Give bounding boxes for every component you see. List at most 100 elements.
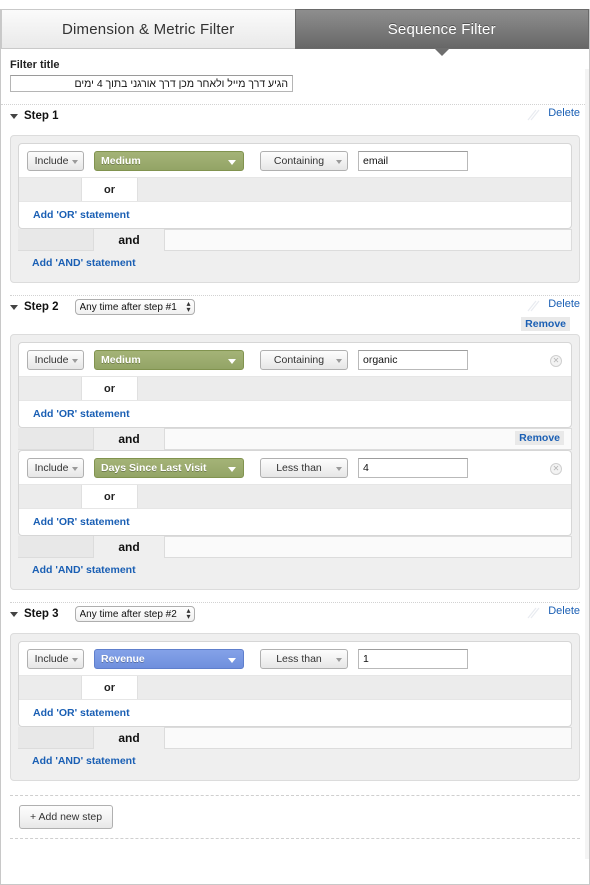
clear-condition-icon[interactable]: ✕ [550, 354, 562, 367]
and-label: and [118, 233, 140, 247]
or-group: Include Revenue Less than or [18, 641, 572, 727]
step-header: Step 1 Delete [10, 105, 580, 127]
and-spacer-right [164, 428, 572, 450]
or-spacer-right [137, 485, 571, 508]
chevron-down-icon [228, 358, 236, 364]
or-group: Include Medium Containing or [18, 143, 572, 229]
or-separator-row: or [19, 484, 571, 508]
vertical-scrollbar[interactable] [585, 69, 589, 859]
filter-title-input[interactable] [10, 75, 293, 92]
or-label: or [104, 490, 115, 503]
condition-value-input[interactable] [358, 150, 468, 171]
add-or-statement-link[interactable]: Add 'OR' statement [19, 699, 571, 726]
tab-sequence-filter[interactable]: Sequence Filter [294, 9, 589, 56]
step-delete-link[interactable]: Delete [548, 605, 580, 617]
step-title: Step 3 [24, 608, 59, 620]
operator-label: Less than [276, 652, 322, 665]
and-spacer-left [18, 536, 94, 558]
or-spacer-right [137, 377, 571, 400]
dimension-select[interactable]: Days Since Last Visit [94, 457, 244, 478]
drag-handle-icon[interactable] [526, 299, 542, 313]
collapse-triangle-icon[interactable] [10, 114, 18, 119]
chevron-down-icon [72, 657, 78, 662]
chevron-down-icon [228, 657, 236, 663]
dimension-label: Revenue [101, 652, 145, 665]
chevron-down-icon [336, 466, 342, 471]
chevron-down-icon [228, 159, 236, 165]
condition-value-input[interactable] [358, 349, 468, 370]
drag-handle-icon[interactable] [526, 108, 542, 122]
step-timing-select[interactable]: Any time after step #1 [74, 299, 195, 315]
or-spacer-right [137, 178, 571, 201]
clear-condition-icon[interactable]: ✕ [550, 462, 562, 475]
operator-select[interactable]: Containing [260, 150, 348, 171]
and-label: and [118, 432, 140, 446]
include-exclude-button[interactable]: Include [27, 457, 84, 478]
step-1: Step 1 Delete Include Medium Containing … [1, 105, 589, 283]
step-header: Step 2 Any time after step #1 ▴ ▾ Delete [10, 296, 580, 318]
or-spacer-right [137, 676, 571, 699]
collapse-triangle-icon[interactable] [10, 612, 18, 617]
chevron-down-icon [336, 657, 342, 662]
add-or-statement-link[interactable]: Add 'OR' statement [19, 508, 571, 535]
remove-group-link[interactable]: Remove [515, 431, 564, 445]
or-spacer-left [19, 178, 82, 201]
dimension-select[interactable]: Medium [94, 150, 244, 171]
active-tab-pointer-icon [433, 48, 450, 56]
dimension-select[interactable]: Revenue [94, 648, 244, 669]
step-title: Step 1 [24, 110, 59, 122]
step-delete-link[interactable]: Delete [548, 298, 580, 310]
tab-dimension-metric-filter[interactable]: Dimension & Metric Filter [1, 9, 295, 49]
add-new-step-button[interactable]: + Add new step [19, 805, 114, 829]
and-separator-row: and [18, 229, 572, 251]
step-body: Include Medium Containing ✕ [10, 334, 580, 590]
operator-select[interactable]: Less than [260, 648, 348, 669]
or-group: Include Days Since Last Visit Less than … [18, 450, 572, 536]
step-2: Step 2 Any time after step #1 ▴ ▾ Delete … [1, 296, 589, 590]
remove-group-link[interactable]: Remove [521, 317, 570, 331]
include-label: Include [34, 154, 69, 167]
add-or-statement-link[interactable]: Add 'OR' statement [19, 400, 571, 427]
step-title: Step 2 [24, 301, 59, 313]
add-and-statement-link[interactable]: Add 'AND' statement [18, 749, 572, 773]
and-spacer-right [164, 536, 572, 558]
and-spacer-left [18, 727, 94, 749]
operator-select[interactable]: Containing [260, 349, 348, 370]
step-header: Step 3 Any time after step #2 ▴ ▾ Delete [10, 603, 580, 625]
operator-select[interactable]: Less than [260, 457, 348, 478]
or-group: Include Medium Containing ✕ [18, 342, 572, 428]
drag-handle-icon[interactable] [526, 606, 542, 620]
add-and-statement-link[interactable]: Add 'AND' statement [18, 558, 572, 582]
add-or-statement-link[interactable]: Add 'OR' statement [19, 201, 571, 228]
and-separator-row: and Remove [18, 428, 572, 450]
or-spacer-left [19, 676, 82, 699]
chevron-down-icon [72, 466, 78, 471]
include-exclude-button[interactable]: Include [27, 349, 84, 370]
step-timing-select[interactable]: Any time after step #2 [74, 606, 195, 622]
condition-value-input[interactable] [358, 457, 468, 478]
or-separator-row: or [19, 675, 571, 699]
condition-row: Include Days Since Last Visit Less than … [19, 451, 571, 484]
and-spacer-right [164, 229, 572, 251]
condition-value-input[interactable] [358, 648, 468, 669]
group-remove-row: Remove [10, 317, 580, 332]
step-timing-select-wrap: Any time after step #2 ▴ ▾ [67, 606, 195, 622]
or-separator-row: or [19, 376, 571, 400]
condition-row: Include Medium Containing [19, 144, 571, 177]
or-spacer-left [19, 485, 82, 508]
dimension-select[interactable]: Medium [94, 349, 244, 370]
operator-label: Containing [273, 353, 325, 366]
include-exclude-button[interactable]: Include [27, 648, 84, 669]
or-separator-row: or [19, 177, 571, 201]
dimension-label: Medium [101, 353, 141, 366]
tab-label: Dimension & Metric Filter [61, 20, 235, 38]
step-3: Step 3 Any time after step #2 ▴ ▾ Delete … [1, 603, 589, 781]
add-and-statement-link[interactable]: Add 'AND' statement [18, 251, 572, 275]
step-delete-link[interactable]: Delete [548, 107, 580, 119]
and-separator-row: and [18, 536, 572, 558]
filter-title-label: Filter title [10, 59, 60, 71]
include-label: Include [34, 461, 69, 474]
collapse-triangle-icon[interactable] [10, 305, 18, 310]
include-exclude-button[interactable]: Include [27, 150, 84, 171]
and-spacer-left [18, 428, 94, 450]
